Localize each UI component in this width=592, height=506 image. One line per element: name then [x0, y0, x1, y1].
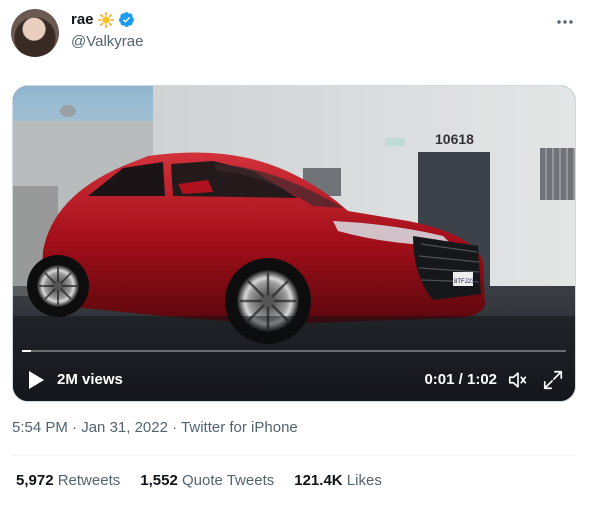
verified-icon — [118, 12, 134, 27]
author-display-name[interactable]: rae — [71, 11, 94, 28]
tweet-stats: 5,972 Retweets 1,552 Quote Tweets 121.4K… — [16, 472, 382, 489]
building-number: 10618 — [435, 131, 474, 147]
video-time: 0:01 / 1:02 — [424, 371, 497, 388]
view-count: 2M views — [57, 371, 123, 388]
progress-fill — [22, 350, 31, 352]
tweet-date: Jan 31, 2022 — [81, 419, 168, 436]
more-icon[interactable] — [555, 12, 575, 32]
tweet-source-link[interactable]: Twitter for iPhone — [181, 419, 298, 436]
tweet-time-link[interactable]: 5:54 PM · Jan 31, 2022 — [12, 419, 168, 436]
tweet-metadata: 5:54 PM · Jan 31, 2022 · Twitter for iPh… — [12, 419, 298, 436]
avatar[interactable] — [11, 9, 59, 57]
video-player[interactable]: 10618 8TFJ235 2M views 0:01 / 1:02 — [12, 85, 576, 402]
author-name-row[interactable]: rae — [71, 11, 135, 28]
likes-stat[interactable]: 121.4K Likes — [294, 472, 382, 489]
play-icon[interactable] — [26, 369, 46, 391]
video-frame: 10618 8TFJ235 — [13, 86, 575, 401]
fullscreen-icon[interactable] — [542, 369, 564, 391]
volume-icon[interactable] — [507, 369, 529, 391]
tweet-time: 5:54 PM — [12, 419, 68, 436]
author-handle[interactable]: @Valkyrae — [71, 33, 143, 50]
quote-tweets-stat[interactable]: 1,552 Quote Tweets — [140, 472, 274, 489]
retweets-stat[interactable]: 5,972 Retweets — [16, 472, 120, 489]
svg-text:8TFJ235: 8TFJ235 — [454, 279, 478, 285]
sun-icon — [97, 11, 114, 28]
divider — [12, 455, 576, 456]
progress-bar[interactable] — [22, 350, 566, 352]
